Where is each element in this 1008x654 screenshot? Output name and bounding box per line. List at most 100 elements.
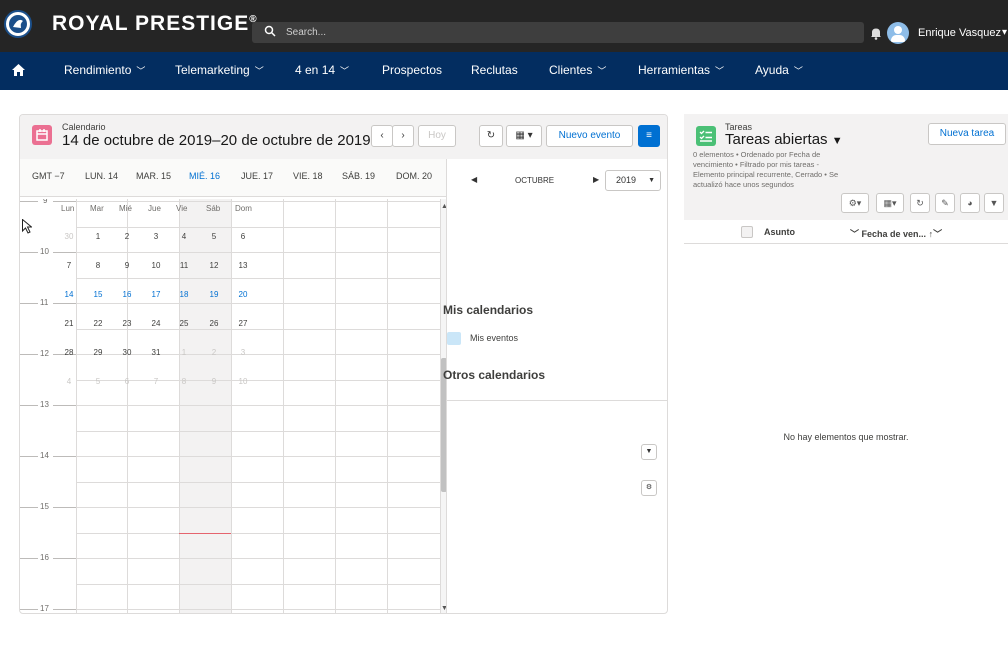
day-header[interactable]: SÁB. 19	[342, 171, 375, 181]
mini-calendar-day[interactable]: 27	[233, 319, 253, 328]
mini-calendar-day[interactable]: 3	[146, 232, 166, 241]
user-menu-chevron-icon[interactable]: ▾	[1002, 27, 1007, 38]
mini-calendar-day[interactable]: 15	[88, 290, 108, 299]
current-time-indicator	[179, 532, 231, 534]
previous-week-button[interactable]: ‹	[371, 125, 393, 147]
mini-calendar-day[interactable]: 7	[59, 261, 79, 270]
mini-calendar-day[interactable]: 11	[174, 261, 194, 270]
chevron-down-icon: ﹀	[793, 66, 803, 76]
notification-bell-icon[interactable]	[870, 27, 882, 40]
mini-calendar-day[interactable]: 5	[88, 377, 108, 386]
select-all-checkbox[interactable]	[741, 226, 753, 238]
mini-calendar-day[interactable]: 31	[146, 348, 166, 357]
mini-calendar-day[interactable]: 30	[117, 348, 137, 357]
user-name[interactable]: Enrique Vasquez	[918, 27, 1001, 39]
mini-calendar-day[interactable]: 5	[204, 232, 224, 241]
royal-prestige-logo[interactable]	[4, 10, 32, 38]
mini-calendar-day[interactable]: 30	[59, 232, 79, 241]
mini-calendar-day[interactable]: 8	[174, 377, 194, 386]
display-as-button[interactable]: ▦▾	[876, 193, 904, 213]
mini-calendar-day[interactable]: 13	[233, 261, 253, 270]
nav-item-clientes[interactable]: Clientes ﹀	[549, 63, 606, 77]
mini-calendar-day[interactable]: 9	[117, 261, 137, 270]
global-search[interactable]	[252, 22, 864, 43]
filter-button[interactable]: ▼	[984, 193, 1004, 213]
refresh-button[interactable]: ↻	[479, 125, 503, 147]
today-button[interactable]: Hoy	[418, 125, 456, 147]
column-header-subject[interactable]: Asunto	[764, 227, 795, 237]
next-week-button[interactable]: ›	[392, 125, 414, 147]
mini-calendar-day[interactable]: 4	[59, 377, 79, 386]
day-header[interactable]: MAR. 15	[136, 171, 171, 181]
mini-calendar-day[interactable]: 4	[174, 232, 194, 241]
time-slot-line	[76, 583, 445, 585]
nav-item-herramientas[interactable]: Herramientas ﹀	[638, 63, 724, 77]
mini-calendar-day[interactable]: 21	[59, 319, 79, 328]
nav-item-ayuda[interactable]: Ayuda ﹀	[755, 63, 803, 77]
time-slot-line	[76, 558, 445, 559]
previous-month-button[interactable]: ◀	[471, 175, 477, 184]
mini-calendar-day[interactable]: 16	[117, 290, 137, 299]
user-avatar[interactable]	[887, 22, 909, 44]
app-root: ROYAL PRESTIGE® Enrique Vasquez ▾ Rendim…	[0, 0, 1008, 654]
hour-tick	[53, 558, 76, 559]
list-view-selector[interactable]: Tareas abiertas ▼	[725, 131, 843, 148]
mini-calendar-day[interactable]: 24	[146, 319, 166, 328]
mini-calendar-day[interactable]: 26	[204, 319, 224, 328]
mini-calendar-day[interactable]: 1	[88, 232, 108, 241]
mini-calendar-day[interactable]: 8	[88, 261, 108, 270]
charts-button[interactable]: ◕	[960, 193, 980, 213]
day-header[interactable]: VIE. 18	[293, 171, 323, 181]
edit-list-button[interactable]: ✎	[935, 193, 955, 213]
mini-calendar-day[interactable]: 22	[88, 319, 108, 328]
mini-calendar-day[interactable]: 19	[204, 290, 224, 299]
mini-calendar-day[interactable]: 9	[204, 377, 224, 386]
list-settings-button[interactable]: ⚙▾	[841, 193, 869, 213]
mini-calendar-day[interactable]: 12	[204, 261, 224, 270]
new-event-button[interactable]: Nuevo evento	[546, 125, 633, 147]
hour-tick	[53, 201, 76, 202]
mini-calendar-day[interactable]: 20	[233, 290, 253, 299]
nav-item-4-en-14[interactable]: 4 en 14 ﹀	[295, 63, 349, 77]
mini-calendar-day[interactable]: 10	[146, 261, 166, 270]
sidebar-toggle-button[interactable]: ≡	[638, 125, 660, 147]
mini-calendar-day[interactable]: 6	[117, 377, 137, 386]
home-icon[interactable]	[12, 64, 25, 76]
mini-calendar-day[interactable]: 14	[59, 290, 79, 299]
nav-item-rendimiento[interactable]: Rendimiento ﹀	[64, 63, 145, 77]
day-header[interactable]: JUE. 17	[241, 171, 273, 181]
mini-calendar-day[interactable]: 29	[88, 348, 108, 357]
refresh-button[interactable]: ↻	[910, 193, 930, 213]
mini-calendar-day[interactable]: 10	[233, 377, 253, 386]
year-select[interactable]: 2019 ▼	[605, 170, 661, 191]
column-header-due-date[interactable]: ﹀ Fecha de ven... ↑﹀	[850, 227, 942, 240]
view-selector-button[interactable]: ▦ ▾	[506, 125, 542, 147]
time-slot-line	[76, 481, 445, 483]
day-header[interactable]: LUN. 14	[85, 171, 118, 181]
next-month-button[interactable]: ▶	[593, 175, 599, 184]
time-slot-line	[76, 507, 445, 508]
day-header-today[interactable]: MIÉ. 16	[189, 171, 220, 181]
mini-calendar-day[interactable]: 3	[233, 348, 253, 357]
mini-calendar-day[interactable]: 23	[117, 319, 137, 328]
mini-calendar-day[interactable]: 17	[146, 290, 166, 299]
new-task-button[interactable]: Nueva tarea	[928, 123, 1006, 145]
day-header[interactable]: DOM. 20	[396, 171, 432, 181]
mini-calendar-day[interactable]: 6	[233, 232, 253, 241]
my-events-label[interactable]: Mis eventos	[470, 333, 518, 343]
mini-calendar-day[interactable]: 2	[204, 348, 224, 357]
nav-item-reclutas[interactable]: Reclutas	[471, 63, 518, 77]
other-calendars-settings-button[interactable]: ⚙	[641, 480, 657, 496]
nav-item-telemarketing[interactable]: Telemarketing ﹀	[175, 63, 264, 77]
mini-calendar-day[interactable]: 25	[174, 319, 194, 328]
mini-calendar-day[interactable]: 7	[146, 377, 166, 386]
nav-item-prospectos[interactable]: Prospectos	[382, 63, 442, 77]
my-events-menu-button[interactable]: ▼	[641, 444, 657, 460]
tasks-panel: Tareas Tareas abiertas ▼ Nueva tarea 0 e…	[684, 114, 1008, 614]
mini-calendar-day[interactable]: 1	[174, 348, 194, 357]
mini-calendar-day[interactable]: 2	[117, 232, 137, 241]
hour-label: 14	[40, 451, 49, 460]
mini-calendar-day[interactable]: 18	[174, 290, 194, 299]
search-input[interactable]	[286, 23, 846, 42]
mini-calendar-day[interactable]: 28	[59, 348, 79, 357]
